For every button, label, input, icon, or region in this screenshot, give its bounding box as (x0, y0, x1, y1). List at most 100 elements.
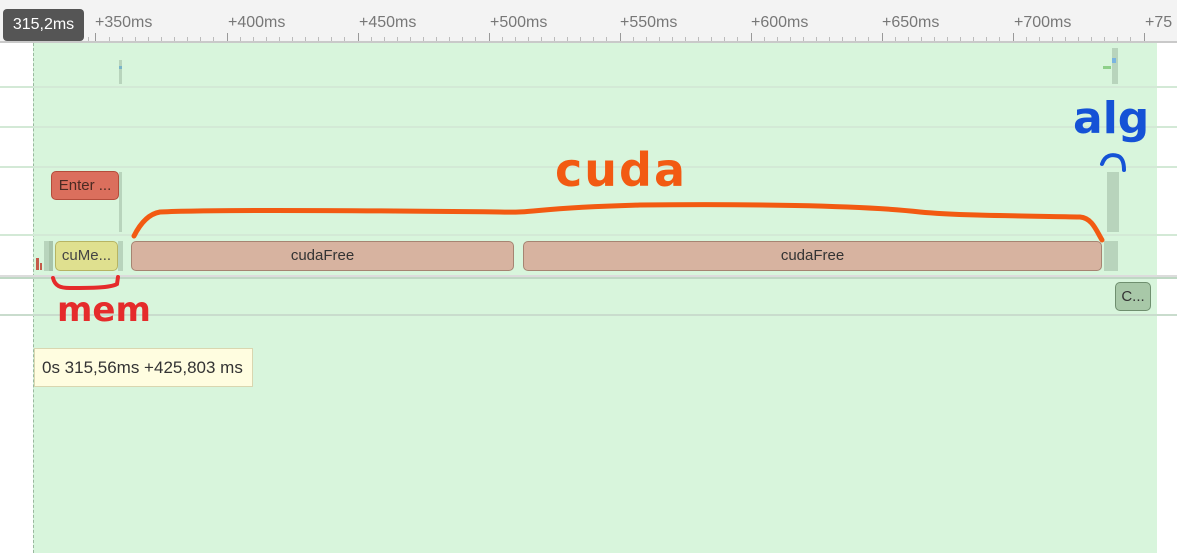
cursor-time-badge: 315,2ms (3, 9, 84, 41)
ruler-tick-label: +600ms (751, 14, 809, 31)
ruler-tick (292, 37, 293, 41)
ruler-tick (266, 37, 267, 41)
ruler-tick (1144, 33, 1145, 41)
ruler-tick (318, 37, 319, 41)
ruler-tick (855, 37, 856, 41)
ruler-tick (331, 37, 332, 41)
ruler-tick (711, 37, 712, 41)
ruler-tick-label: +350ms (95, 14, 153, 31)
ruler-tick (580, 37, 581, 41)
ruler-tick (436, 37, 437, 41)
ruler-tick (620, 33, 621, 41)
ruler-tick-label: +450ms (359, 14, 417, 31)
ruler-tick (109, 37, 110, 41)
ruler-tick (554, 37, 555, 41)
ruler-tick (751, 33, 752, 41)
ruler-tick (200, 37, 201, 41)
ruler-tick (253, 37, 254, 41)
ruler-tick (1039, 37, 1040, 41)
ruler-tick (449, 37, 450, 41)
ruler-tick (1065, 37, 1066, 41)
ruler-tick (279, 37, 280, 41)
ruler-tick (174, 37, 175, 41)
ruler-tick (462, 37, 463, 41)
ruler-tick-label: +650ms (882, 14, 940, 31)
time-ruler[interactable]: +350ms +400ms +450ms +500ms +550ms +600m… (0, 0, 1177, 43)
ruler-tick (227, 33, 228, 41)
ruler-tick (1091, 37, 1092, 41)
ruler-tick-label: +400ms (228, 14, 286, 31)
ruler-tick (908, 37, 909, 41)
ruler-tick (921, 37, 922, 41)
ruler-tick (384, 37, 385, 41)
mem-bracket-stroke (51, 275, 120, 291)
ruler-tick (371, 37, 372, 41)
alg-annotation: alg (1073, 93, 1150, 144)
ruler-tick (187, 37, 188, 41)
ruler-tick-label: +500ms (490, 14, 548, 31)
ruler-tick (1078, 37, 1079, 41)
ruler-tick (698, 37, 699, 41)
ruler-tick (724, 37, 725, 41)
ruler-tick (135, 37, 136, 41)
ruler-tick-label: +75 (1145, 14, 1173, 31)
ruler-tick (1117, 37, 1118, 41)
ruler-tick (1026, 37, 1027, 41)
ruler-tick (344, 37, 345, 41)
ruler-tick (489, 33, 490, 41)
cuda-annotation: cuda (555, 143, 687, 197)
ruler-tick (1052, 37, 1053, 41)
ruler-tick (816, 37, 817, 41)
ruler-tick (973, 37, 974, 41)
ruler-tick (934, 37, 935, 41)
ruler-tick (541, 37, 542, 41)
ruler-tick (986, 37, 987, 41)
ruler-tick (737, 37, 738, 41)
ruler-tick (606, 37, 607, 41)
ruler-tick (803, 37, 804, 41)
ruler-tick (659, 37, 660, 41)
ruler-tick (1013, 33, 1014, 41)
ruler-tick (960, 37, 961, 41)
ruler-tick (567, 37, 568, 41)
ruler-tick (764, 37, 765, 41)
ruler-tick (633, 37, 634, 41)
ruler-tick (882, 33, 883, 41)
alg-bracket-stroke (1100, 153, 1126, 172)
ruler-tick (213, 37, 214, 41)
ruler-tick (868, 37, 869, 41)
ruler-tick (842, 37, 843, 41)
ruler-tick (95, 33, 96, 41)
ruler-tick (593, 37, 594, 41)
ruler-tick (646, 37, 647, 41)
ruler-tick (423, 37, 424, 41)
mem-annotation: mem (57, 290, 151, 330)
ruler-tick (515, 37, 516, 41)
annotation-overlay (51, 153, 1126, 291)
ruler-tick-label: +700ms (1014, 14, 1072, 31)
ruler-tick (829, 37, 830, 41)
ruler-tick (685, 37, 686, 41)
ruler-tick (475, 37, 476, 41)
ruler-tick (999, 37, 1000, 41)
ruler-tick (240, 37, 241, 41)
ruler-tick-label: +550ms (620, 14, 678, 31)
ruler-tick (895, 37, 896, 41)
ruler-tick (397, 37, 398, 41)
ruler-tick (122, 37, 123, 41)
ruler-tick (88, 37, 89, 41)
ruler-tick (947, 37, 948, 41)
ruler-tick (161, 37, 162, 41)
ruler-tick (502, 37, 503, 41)
ruler-tick (305, 37, 306, 41)
ruler-tick (410, 37, 411, 41)
ruler-tick (1104, 37, 1105, 41)
cuda-bracket-stroke (131, 202, 1105, 243)
ruler-tick (358, 33, 359, 41)
ruler-tick (672, 37, 673, 41)
ruler-tick (790, 37, 791, 41)
ruler-tick (777, 37, 778, 41)
ruler-tick (148, 37, 149, 41)
ruler-tick (528, 37, 529, 41)
ruler-tick (1130, 37, 1131, 41)
